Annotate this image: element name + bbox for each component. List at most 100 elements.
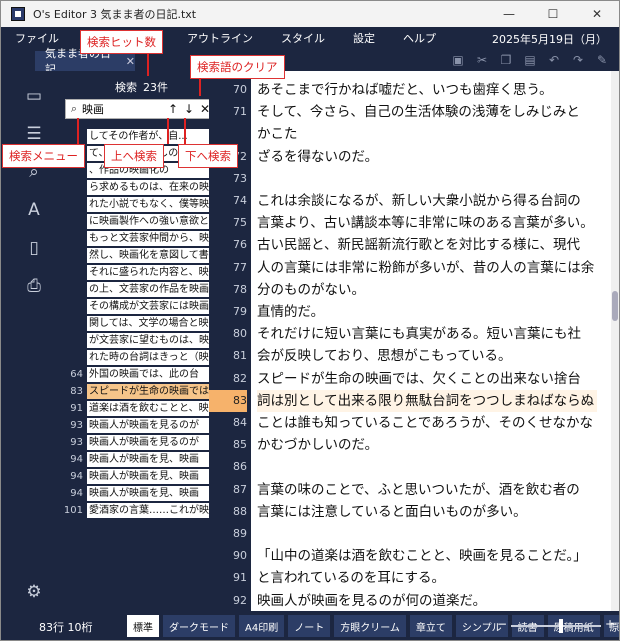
zoom-in-button[interactable]: + bbox=[605, 617, 615, 631]
cut-icon[interactable]: ✂ bbox=[473, 51, 491, 69]
zoom-slider[interactable] bbox=[511, 625, 601, 627]
copy-icon[interactable]: ❐ bbox=[497, 51, 515, 69]
search-result-row[interactable]: の上、文芸家の作品を映画 bbox=[57, 282, 213, 297]
search-result-row[interactable]: その構成が文芸家には映画 bbox=[57, 299, 213, 314]
search-result-text: その構成が文芸家には映画 bbox=[87, 299, 209, 314]
line-number: 85 bbox=[233, 438, 247, 452]
editor-line[interactable]: これは余談になるが、新しい大衆小説から得る台詞の bbox=[257, 190, 597, 212]
menu-help[interactable]: ヘルプ bbox=[389, 30, 450, 46]
search-result-text: 映画人が映画を見、映画 bbox=[87, 486, 209, 501]
editor-line[interactable]: 詞は別として出来る限り無駄台詞をつつしまねばならぬ bbox=[257, 389, 597, 412]
search-result-text: してその作者が、自... bbox=[87, 129, 209, 144]
editor-line[interactable]: 「山中の道楽は酒を飲むことと、映画を見ることだ。」 bbox=[257, 545, 597, 567]
editor-line[interactable]: と言われているのを耳にする。 bbox=[257, 567, 597, 589]
menu-file[interactable]: ファイル bbox=[1, 30, 73, 46]
maximize-button[interactable]: ☐ bbox=[531, 1, 575, 27]
search-menu-icon[interactable]: ⌕ bbox=[66, 102, 82, 116]
close-button[interactable]: ✕ bbox=[575, 1, 619, 27]
search-result-row[interactable]: ら求めるものは、在来の映画 bbox=[57, 180, 213, 195]
paste-icon[interactable]: ▤ bbox=[521, 51, 539, 69]
editor-line[interactable]: ざるを得ないのだ。 bbox=[257, 146, 597, 168]
editor-line[interactable]: 人の言葉には非常に粉飾が多いが、昔の人の言葉には余 bbox=[257, 257, 597, 279]
search-result-row[interactable]: 93 映画人が映画を見るのが bbox=[57, 418, 213, 433]
theme-tab[interactable]: 章立て bbox=[409, 615, 452, 637]
editor-line[interactable]: 分のものがない。 bbox=[257, 279, 597, 301]
search-result-row[interactable]: もっと文芸家仲間から、映画 bbox=[57, 231, 213, 246]
theme-tab[interactable]: A4印刷 bbox=[239, 615, 285, 637]
editor-line[interactable]: 言葉より、古い講談本等に非常に味のある言葉が多い。 bbox=[257, 212, 597, 234]
folder-icon[interactable]: ▭ bbox=[23, 85, 45, 107]
editor-line[interactable]: あそこまで行かねば嘘だと、いつも歯痒く思う。 bbox=[257, 79, 597, 101]
editor-line[interactable]: そして、今さら、自己の生活体験の浅薄をしみじみと bbox=[257, 101, 597, 123]
search-up-button[interactable]: ↑ bbox=[166, 101, 180, 117]
close-tab-icon[interactable]: ✕ bbox=[126, 55, 135, 68]
editor-pane[interactable]: あそこまで行かねば嘘だと、いつも歯痒く思う。 そして、今さら、自己の生活体験の浅薄… bbox=[251, 71, 619, 611]
search-result-row[interactable]: 関しては、文学の場合と映画 bbox=[57, 316, 213, 331]
search-result-row[interactable]: に映画製作への強い意欲と bbox=[57, 214, 213, 229]
zoom-out-button[interactable]: − bbox=[497, 617, 507, 631]
outline-list-icon[interactable]: ☰ bbox=[23, 123, 45, 145]
theme-tab[interactable]: ノート bbox=[288, 615, 331, 637]
line-number: 74 bbox=[233, 194, 247, 207]
editor-line[interactable]: かむづかしいのだ。 bbox=[257, 434, 597, 456]
search-result-row[interactable]: れた小説でもなく、僕等映画 bbox=[57, 197, 213, 212]
font-size-icon[interactable]: A bbox=[23, 199, 45, 221]
editor-scrollbar[interactable] bbox=[611, 71, 619, 611]
menu-settings[interactable]: 設定 bbox=[339, 30, 389, 46]
callout-search-menu: 検索メニュー bbox=[2, 144, 85, 168]
theme-tab[interactable]: 標準 bbox=[127, 615, 159, 637]
search-result-row[interactable]: 91 道楽は酒を飲むことと、映画を bbox=[57, 401, 213, 416]
scrollbar-thumb[interactable] bbox=[612, 291, 618, 321]
editor-line[interactable]: 会が反映しており、思想がこもっている。 bbox=[257, 345, 597, 367]
search-result-row[interactable]: してその作者が、自... bbox=[57, 129, 213, 144]
redo-icon[interactable]: ↷ bbox=[569, 51, 587, 69]
save-icon[interactable]: ▣ bbox=[449, 51, 467, 69]
minimize-button[interactable]: — bbox=[487, 1, 531, 27]
search-result-row[interactable]: 94 映画人が映画を見、映画 bbox=[57, 469, 213, 484]
zoom-slider-knob[interactable] bbox=[559, 619, 563, 633]
editor-line[interactable]: 古い民謡と、新民謡新流行歌とを対比する様に、現代 bbox=[257, 234, 597, 256]
editor-line[interactable]: かこた bbox=[257, 123, 597, 145]
search-input[interactable]: 映画 bbox=[82, 101, 104, 117]
theme-tab[interactable]: 方眼クリーム bbox=[334, 615, 406, 637]
editor-line[interactable]: スピードが生命の映画では、欠くことの出来ない捨台 bbox=[257, 368, 597, 390]
search-result-row[interactable]: れた時の台詞はきっと（映画 bbox=[57, 350, 213, 365]
search-result-row[interactable]: 然し、映画化を意図して書 bbox=[57, 248, 213, 263]
search-header: 検索 23件 bbox=[57, 79, 227, 94]
print-icon[interactable]: ⎙ bbox=[23, 275, 45, 297]
search-result-row[interactable]: が文芸家に望むものは、映画 bbox=[57, 333, 213, 348]
callout-search-down: 下へ検索 bbox=[178, 144, 238, 168]
search-result-row[interactable]: 93 映画人が映画を見るのが bbox=[57, 435, 213, 450]
editor-line[interactable]: 直情的だ。 bbox=[257, 301, 597, 323]
search-result-text: れた時の台詞はきっと（映画 bbox=[87, 350, 209, 365]
search-result-row[interactable]: 101 愛酒家の言葉……これが映画 bbox=[57, 503, 213, 518]
editor-line[interactable]: 言葉には注意していると面白いものが多い。 bbox=[257, 501, 597, 523]
search-result-row[interactable]: 83 スピードが生命の映画では、 bbox=[57, 384, 213, 399]
pdf-export-icon[interactable]: ▯ bbox=[23, 237, 45, 259]
search-result-row[interactable]: それに盛られた内容と、映画 bbox=[57, 265, 213, 280]
document-tab[interactable]: 気まま者の日記 ✕ bbox=[35, 47, 135, 76]
search-down-button[interactable]: ↓ bbox=[182, 101, 196, 117]
undo-icon[interactable]: ↶ bbox=[545, 51, 563, 69]
search-result-row[interactable]: 94 映画人が映画を見、映画 bbox=[57, 452, 213, 467]
editor-line[interactable] bbox=[257, 456, 597, 478]
search-result-row[interactable]: 94 映画人が映画を見、映画 bbox=[57, 486, 213, 501]
gear-icon[interactable]: ⚙ bbox=[23, 581, 45, 603]
editor-line[interactable]: それだけに短い言葉にも真実がある。短い言葉にも社 bbox=[257, 323, 597, 345]
search-result-text: 関しては、文学の場合と映画 bbox=[87, 316, 209, 331]
editor-line[interactable]: 映画人が映画を見るのが何の道楽だ。 bbox=[257, 590, 597, 611]
search-result-row[interactable]: 64 外国の映画では、此の台 bbox=[57, 367, 213, 382]
search-result-text: 映画人が映画を見、映画 bbox=[87, 469, 209, 484]
editor-line[interactable] bbox=[257, 523, 597, 545]
line-number: 86 bbox=[233, 460, 247, 474]
arrow-search-up bbox=[167, 118, 169, 144]
theme-tab[interactable]: ダークモード bbox=[163, 615, 235, 637]
editor-line[interactable] bbox=[257, 168, 597, 190]
editor-line[interactable]: ことは誰も知っていることであろうが、そのくせなかな bbox=[257, 412, 597, 434]
search-result-text: 愛酒家の言葉……これが映画 bbox=[87, 503, 209, 518]
editor-line[interactable]: 言葉の味のことで、ふと思いついたが、酒を飲む者の bbox=[257, 479, 597, 501]
menu-outline[interactable]: アウトライン bbox=[173, 30, 267, 46]
format-icon[interactable]: ✎ bbox=[593, 51, 611, 69]
search-box[interactable]: ⌕ 映画 ↑ ↓ ✕ bbox=[65, 99, 215, 119]
menu-style[interactable]: スタイル bbox=[267, 30, 339, 46]
